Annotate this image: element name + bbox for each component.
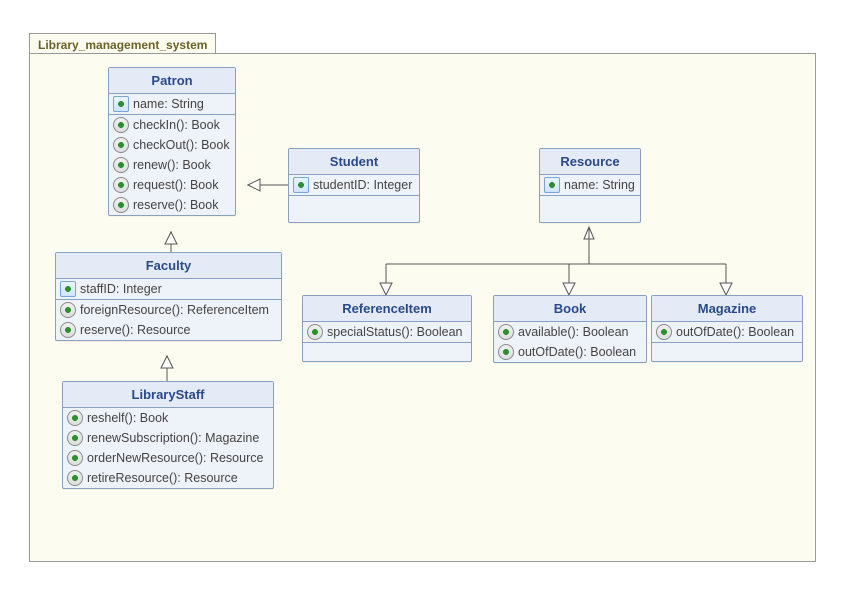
class-title: Patron — [109, 68, 235, 94]
operation-icon — [113, 137, 129, 153]
attribute-row: name: String — [540, 175, 640, 195]
operation-text: reserve(): Resource — [80, 322, 190, 338]
operation-icon — [113, 157, 129, 173]
attributes-section: studentID: Integer — [289, 175, 419, 196]
class-book[interactable]: Book available(): Boolean outOfDate(): B… — [493, 295, 647, 363]
operation-text: request(): Book — [133, 177, 218, 193]
operation-row: foreignResource(): ReferenceItem — [56, 300, 281, 320]
operation-row: renew(): Book — [109, 155, 235, 175]
operation-icon — [67, 430, 83, 446]
operation-text: renewSubscription(): Magazine — [87, 430, 259, 446]
operation-text: reserve(): Book — [133, 197, 218, 213]
attribute-row: studentID: Integer — [289, 175, 419, 195]
operations-section: available(): Boolean outOfDate(): Boolea… — [494, 322, 646, 362]
class-title: Book — [494, 296, 646, 322]
operations-section — [540, 196, 640, 222]
attribute-text: staffID: Integer — [80, 281, 162, 297]
operation-text: reshelf(): Book — [87, 410, 168, 426]
operation-row: reserve(): Resource — [56, 320, 281, 340]
empty-section — [303, 343, 471, 361]
operation-text: foreignResource(): ReferenceItem — [80, 302, 269, 318]
operation-text: renew(): Book — [133, 157, 211, 173]
operation-row: reshelf(): Book — [63, 408, 273, 428]
operation-icon — [113, 177, 129, 193]
package-name: Library_management_system — [38, 38, 207, 52]
operation-text: retireResource(): Resource — [87, 470, 238, 486]
class-title: Magazine — [652, 296, 802, 322]
operation-icon — [498, 344, 514, 360]
attribute-row: name: String — [109, 94, 235, 114]
operation-row: orderNewResource(): Resource — [63, 448, 273, 468]
operation-icon — [656, 324, 672, 340]
operations-section: outOfDate(): Boolean — [652, 322, 802, 343]
operations-section: checkIn(): Book checkOut(): Book renew()… — [109, 115, 235, 215]
operation-row: checkOut(): Book — [109, 135, 235, 155]
operations-section — [289, 196, 419, 222]
operation-row: request(): Book — [109, 175, 235, 195]
attribute-text: name: String — [133, 96, 204, 112]
operation-row: reserve(): Book — [109, 195, 235, 215]
class-magazine[interactable]: Magazine outOfDate(): Boolean — [651, 295, 803, 362]
class-resource[interactable]: Resource name: String — [539, 148, 641, 223]
operations-section: reshelf(): Book renewSubscription(): Mag… — [63, 408, 273, 488]
operation-icon — [498, 324, 514, 340]
operation-icon — [60, 302, 76, 318]
class-student[interactable]: Student studentID: Integer — [288, 148, 420, 223]
operations-section: foreignResource(): ReferenceItem reserve… — [56, 300, 281, 340]
class-librarystaff[interactable]: LibraryStaff reshelf(): Book renewSubscr… — [62, 381, 274, 489]
operation-row: checkIn(): Book — [109, 115, 235, 135]
attribute-text: studentID: Integer — [313, 177, 412, 193]
attribute-icon — [113, 96, 129, 112]
attribute-icon — [544, 177, 560, 193]
class-title: LibraryStaff — [63, 382, 273, 408]
attribute-icon — [60, 281, 76, 297]
class-title: Resource — [540, 149, 640, 175]
operation-text: checkOut(): Book — [133, 137, 230, 153]
operation-icon — [113, 197, 129, 213]
operation-row: available(): Boolean — [494, 322, 646, 342]
class-title: ReferenceItem — [303, 296, 471, 322]
operation-row: outOfDate(): Boolean — [494, 342, 646, 362]
operation-row: retireResource(): Resource — [63, 468, 273, 488]
attributes-section: name: String — [109, 94, 235, 115]
operation-icon — [67, 450, 83, 466]
attribute-text: name: String — [564, 177, 635, 193]
class-patron[interactable]: Patron name: String checkIn(): Book chec… — [108, 67, 236, 216]
attributes-section: staffID: Integer — [56, 279, 281, 300]
operation-text: outOfDate(): Boolean — [676, 324, 794, 340]
operation-text: specialStatus(): Boolean — [327, 324, 463, 340]
operation-text: available(): Boolean — [518, 324, 629, 340]
operation-icon — [307, 324, 323, 340]
class-referenceitem[interactable]: ReferenceItem specialStatus(): Boolean — [302, 295, 472, 362]
operation-text: outOfDate(): Boolean — [518, 344, 636, 360]
operation-icon — [113, 117, 129, 133]
class-faculty[interactable]: Faculty staffID: Integer foreignResource… — [55, 252, 282, 341]
operation-row: renewSubscription(): Magazine — [63, 428, 273, 448]
operation-row: outOfDate(): Boolean — [652, 322, 802, 342]
operation-row: specialStatus(): Boolean — [303, 322, 471, 342]
operations-section: specialStatus(): Boolean — [303, 322, 471, 343]
operation-icon — [67, 470, 83, 486]
attributes-section: name: String — [540, 175, 640, 196]
diagram-canvas: Library_management_system — [0, 0, 843, 590]
operation-text: checkIn(): Book — [133, 117, 220, 133]
attribute-row: staffID: Integer — [56, 279, 281, 299]
class-title: Faculty — [56, 253, 281, 279]
operation-icon — [60, 322, 76, 338]
class-title: Student — [289, 149, 419, 175]
operation-text: orderNewResource(): Resource — [87, 450, 263, 466]
empty-section — [652, 343, 802, 361]
operation-icon — [67, 410, 83, 426]
attribute-icon — [293, 177, 309, 193]
